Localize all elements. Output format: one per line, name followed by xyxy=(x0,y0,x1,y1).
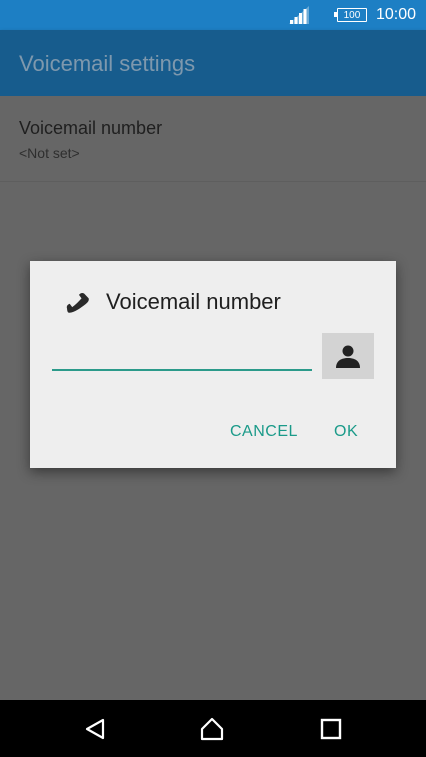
ok-button[interactable]: OK xyxy=(334,423,358,441)
phone-handset-icon xyxy=(66,293,89,313)
status-bar: 100 10:00 xyxy=(0,0,426,30)
navigation-bar xyxy=(0,700,426,757)
back-icon[interactable] xyxy=(83,717,107,741)
preference-title: Voicemail number xyxy=(19,118,163,138)
contact-person-icon xyxy=(336,345,360,368)
preference-summary: <Not set> xyxy=(19,145,80,161)
status-time: 10:00 xyxy=(375,6,416,23)
recents-icon[interactable] xyxy=(319,717,343,741)
voicemail-number-dialog: Voicemail number CANCEL OK xyxy=(30,261,396,468)
voicemail-number-preference[interactable]: Voicemail number <Not set> xyxy=(0,96,426,182)
dialog-title: Voicemail number xyxy=(106,289,281,314)
app-bar: Voicemail settings xyxy=(0,30,426,96)
signal-icon xyxy=(288,6,309,24)
battery-icon: 100 xyxy=(333,8,367,22)
battery-level: 100 xyxy=(343,9,361,21)
voicemail-number-input[interactable] xyxy=(52,341,312,371)
cancel-button[interactable]: CANCEL xyxy=(230,423,298,441)
page-title: Voicemail settings xyxy=(19,51,196,76)
home-icon[interactable] xyxy=(200,717,224,741)
pick-contact-button[interactable] xyxy=(322,333,374,379)
